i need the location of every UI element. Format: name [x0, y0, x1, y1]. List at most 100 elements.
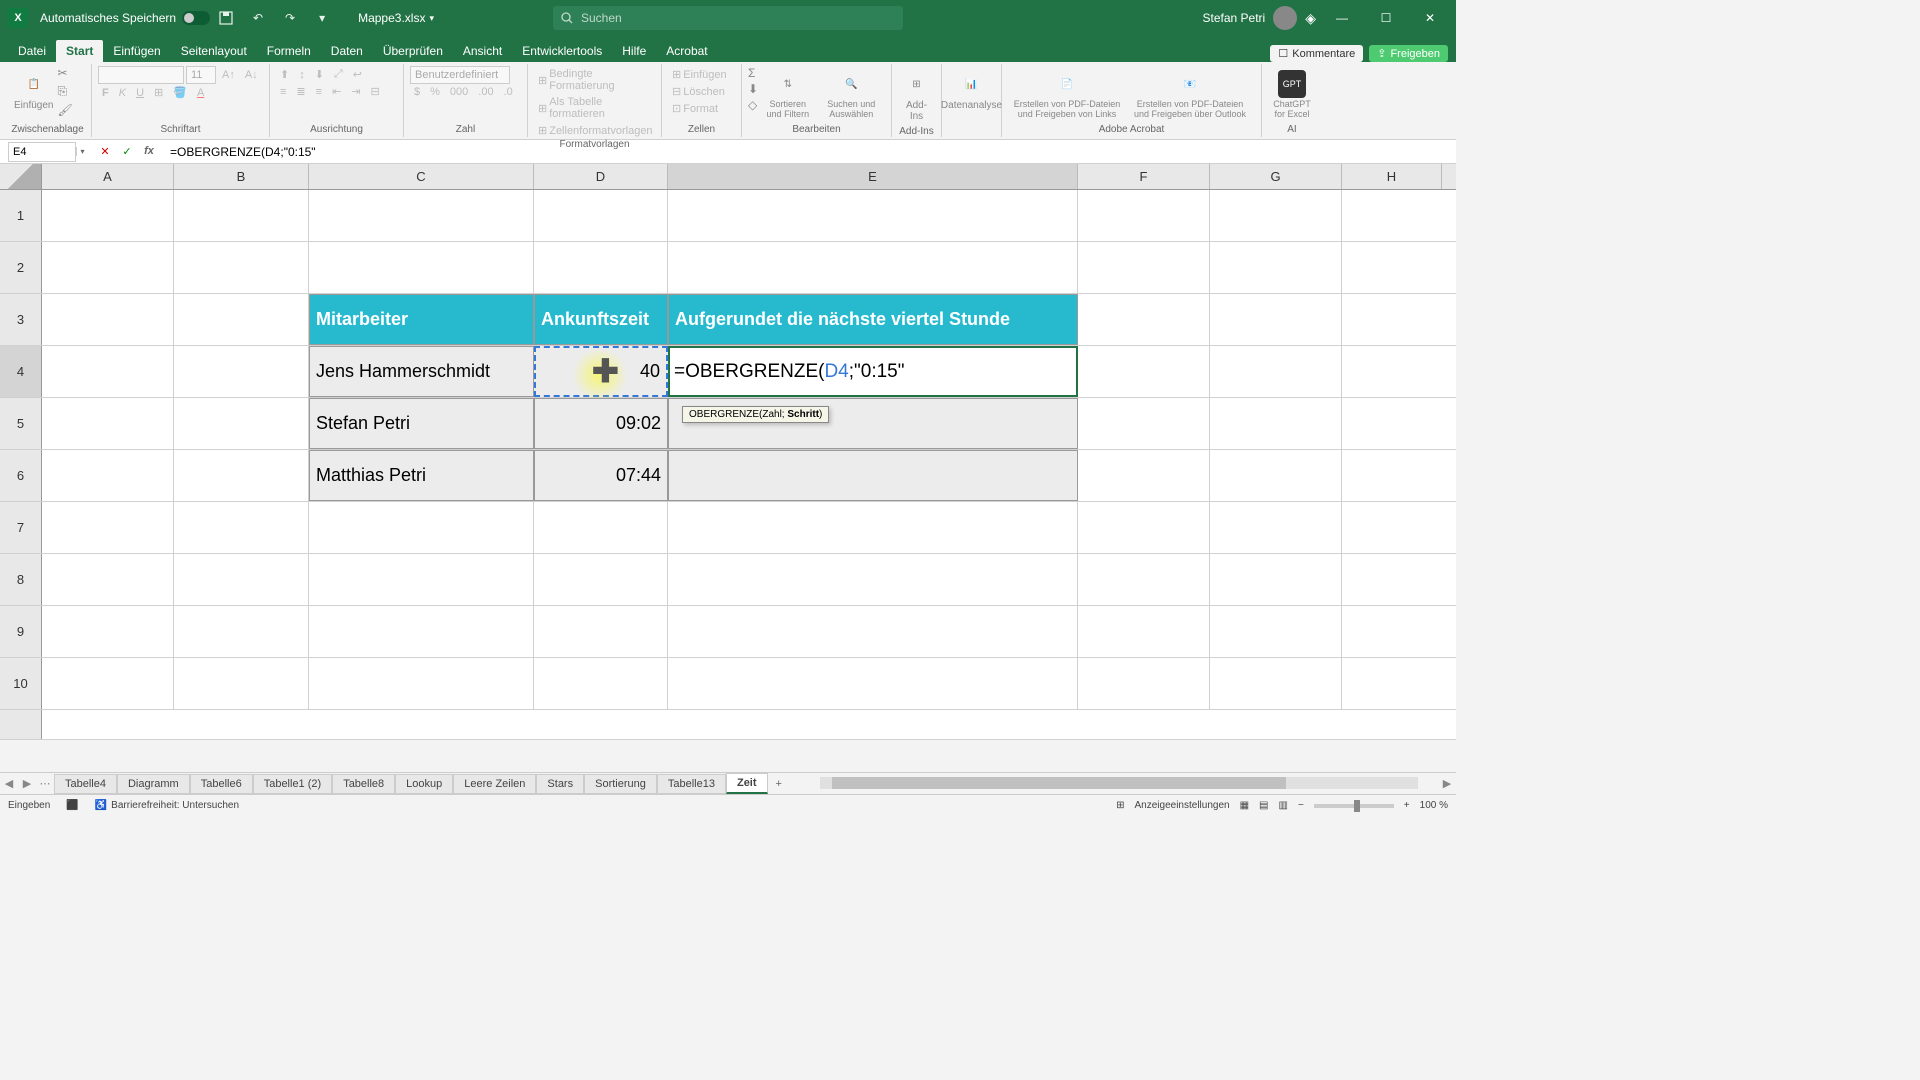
tab-start[interactable]: Start	[56, 40, 103, 62]
align-bottom-icon[interactable]: ⬇	[311, 66, 328, 83]
cell-f5[interactable]	[1078, 398, 1210, 449]
font-color-icon[interactable]: A	[193, 85, 208, 101]
delete-cells-button[interactable]: ⊟ Löschen	[668, 83, 735, 100]
col-header-g[interactable]: G	[1210, 164, 1342, 189]
row-header-7[interactable]: 7	[0, 502, 42, 553]
tab-entwicklertools[interactable]: Entwicklertools	[512, 40, 612, 62]
clear-icon[interactable]: ◇	[748, 98, 758, 112]
tab-datei[interactable]: Datei	[8, 40, 56, 62]
align-middle-icon[interactable]: ↕	[295, 67, 309, 83]
chatgpt-button[interactable]: GPTChatGPT for Excel	[1268, 66, 1316, 124]
row-header-11[interactable]	[0, 710, 42, 739]
tab-hilfe[interactable]: Hilfe	[612, 40, 656, 62]
cell-b9[interactable]	[174, 606, 309, 657]
increase-decimal-icon[interactable]: .00	[474, 84, 497, 100]
row-header-1[interactable]: 1	[0, 190, 42, 241]
cell-e2[interactable]	[668, 242, 1078, 293]
cell-f9[interactable]	[1078, 606, 1210, 657]
cell-c5[interactable]: Stefan Petri	[309, 398, 534, 449]
row-header-2[interactable]: 2	[0, 242, 42, 293]
sheet-nav-more-icon[interactable]: ⋯	[36, 777, 54, 790]
cell-g6[interactable]	[1210, 450, 1342, 501]
zoom-out-icon[interactable]: −	[1298, 800, 1304, 811]
select-all-corner[interactable]	[0, 164, 42, 189]
diamond-icon[interactable]: ◈	[1305, 10, 1316, 27]
table-header-ankunft[interactable]: Ankunftszeit	[534, 294, 668, 345]
merge-icon[interactable]: ⊟	[367, 83, 384, 100]
cell-d10[interactable]	[534, 658, 668, 709]
cell-c6[interactable]: Matthias Petri	[309, 450, 534, 501]
cell-d8[interactable]	[534, 554, 668, 605]
bold-icon[interactable]: F	[98, 85, 113, 101]
align-center-icon[interactable]: ≣	[292, 83, 309, 100]
copy-icon[interactable]: ⎘	[57, 84, 72, 99]
row-header-10[interactable]: 10	[0, 658, 42, 709]
name-box-dropdown-icon[interactable]: ▾	[76, 147, 88, 156]
cell-d6[interactable]: 07:44	[534, 450, 668, 501]
row-header-9[interactable]: 9	[0, 606, 42, 657]
cell-b4[interactable]	[174, 346, 309, 397]
cell-g9[interactable]	[1210, 606, 1342, 657]
cell-g2[interactable]	[1210, 242, 1342, 293]
formula-input[interactable]: =OBERGRENZE(D4;"0:15"	[166, 145, 1456, 159]
col-header-b[interactable]: B	[174, 164, 309, 189]
sheet-tab[interactable]: Diagramm	[117, 774, 190, 794]
sheet-tab[interactable]: Tabelle6	[190, 774, 253, 794]
cell-f6[interactable]	[1078, 450, 1210, 501]
align-left-icon[interactable]: ≡	[276, 84, 290, 100]
format-as-table-button[interactable]: ⊞ Als Tabelle formatieren	[534, 94, 655, 122]
cell-d1[interactable]	[534, 190, 668, 241]
maximize-button[interactable]: ☐	[1368, 0, 1404, 36]
col-header-d[interactable]: D	[534, 164, 668, 189]
cell-g8[interactable]	[1210, 554, 1342, 605]
cell-d5[interactable]: 09:02	[534, 398, 668, 449]
cell-a3[interactable]	[42, 294, 174, 345]
cell-a9[interactable]	[42, 606, 174, 657]
decrease-decimal-icon[interactable]: .0	[500, 84, 517, 100]
fill-color-icon[interactable]: 🪣	[169, 84, 191, 101]
zoom-slider[interactable]	[1314, 804, 1394, 808]
cell-e4-active[interactable]: =OBERGRENZE(D4;"0:15"	[668, 346, 1078, 397]
align-right-icon[interactable]: ≡	[312, 84, 326, 100]
user-name[interactable]: Stefan Petri	[1203, 11, 1266, 25]
comma-icon[interactable]: 000	[446, 84, 472, 100]
wrap-text-icon[interactable]: ↩	[349, 66, 366, 83]
cell-e10[interactable]	[668, 658, 1078, 709]
tab-seitenlayout[interactable]: Seitenlayout	[171, 40, 257, 62]
tab-ueberpruefen[interactable]: Überprüfen	[373, 40, 453, 62]
currency-icon[interactable]: $	[410, 84, 424, 100]
scroll-right-icon[interactable]: ▶	[1438, 777, 1456, 790]
cell-g5[interactable]	[1210, 398, 1342, 449]
cell-d7[interactable]	[534, 502, 668, 553]
orientation-icon[interactable]: ⤢	[330, 66, 347, 83]
zoom-level[interactable]: 100 %	[1420, 800, 1448, 811]
tab-ansicht[interactable]: Ansicht	[453, 40, 512, 62]
data-analysis-button[interactable]: 📊Datenanalyse	[948, 66, 995, 115]
col-header-c[interactable]: C	[309, 164, 534, 189]
sort-filter-button[interactable]: ⇅Sortieren und Filtern	[758, 66, 818, 124]
sheet-tab[interactable]: Sortierung	[584, 774, 657, 794]
cell-b10[interactable]	[174, 658, 309, 709]
tab-einfuegen[interactable]: Einfügen	[103, 40, 170, 62]
add-sheet-icon[interactable]: +	[768, 778, 790, 790]
autosum-icon[interactable]: Σ	[748, 66, 758, 80]
redo-icon[interactable]: ↷	[282, 10, 298, 26]
font-name-input[interactable]	[98, 66, 184, 84]
table-header-mitarbeiter[interactable]: Mitarbeiter	[309, 294, 534, 345]
format-cells-button[interactable]: ⊡ Format	[668, 100, 735, 117]
cell-b1[interactable]	[174, 190, 309, 241]
addins-button[interactable]: ⊞Add-Ins	[898, 66, 935, 126]
col-header-h[interactable]: H	[1342, 164, 1442, 189]
sheet-nav-prev-icon[interactable]: ◀	[0, 777, 18, 790]
cell-b5[interactable]	[174, 398, 309, 449]
cell-e1[interactable]	[668, 190, 1078, 241]
cut-icon[interactable]: ✂	[57, 66, 72, 80]
cell-e6[interactable]	[668, 450, 1078, 501]
row-header-4[interactable]: 4	[0, 346, 42, 397]
view-pagebreak-icon[interactable]: ▥	[1279, 800, 1288, 811]
cell-c2[interactable]	[309, 242, 534, 293]
cell-d9[interactable]	[534, 606, 668, 657]
cell-g4[interactable]	[1210, 346, 1342, 397]
user-avatar[interactable]	[1273, 6, 1297, 30]
format-painter-icon[interactable]: 🖌	[57, 103, 72, 117]
